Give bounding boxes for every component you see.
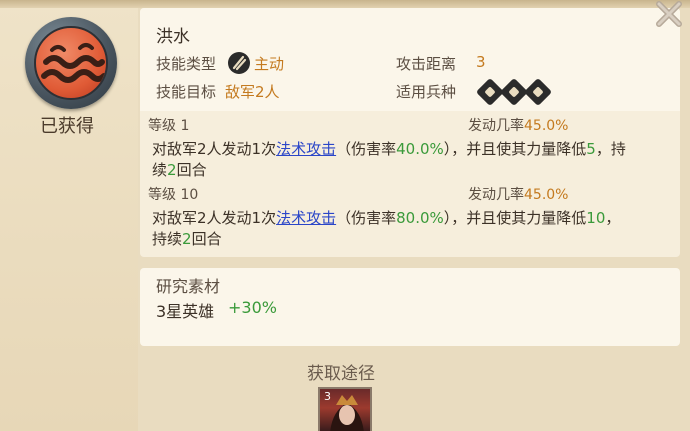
magic-attack-link[interactable]: 法术攻击 <box>276 140 336 158</box>
close-icon <box>656 1 682 27</box>
skill-target-label: 技能目标 <box>156 83 217 101</box>
skill-type-value: 主动 <box>254 55 285 73</box>
research-label: 研究素材 <box>156 277 221 296</box>
research-bonus: +30% <box>228 298 277 317</box>
active-skill-icon <box>228 52 250 74</box>
level-10-label: 等级 10 <box>148 187 199 203</box>
hero-portrait-button[interactable]: 3 <box>318 387 372 431</box>
skill-target-value: 敌军2人 <box>225 83 280 101</box>
acquire-heading: 获取途径 <box>307 364 375 384</box>
level-10-rate: 发动几率45.0% <box>468 187 569 203</box>
level-1-rate: 发动几率45.0% <box>468 118 569 134</box>
level-1-description: 对敌军2人发动1次法术攻击（伤害率40.0%），并且使其力量降低5，持 续2回合 <box>152 140 626 179</box>
troop-type-label: 适用兵种 <box>396 83 457 101</box>
flood-icon <box>34 26 108 100</box>
skill-icon-frame <box>25 17 117 109</box>
research-hero: 3星英雄 <box>156 302 215 321</box>
level-10-description: 对敌军2人发动1次法术攻击（伤害率80.0%），并且使其力量降低10， 持续2回合 <box>152 209 621 248</box>
obtained-status: 已获得 <box>40 116 94 137</box>
skill-name: 洪水 <box>156 27 190 47</box>
research-material-card: 研究素材 3星英雄 +30% <box>140 268 680 346</box>
skill-detail-card: 洪水 技能类型 主动 攻击距离 3 技能目标 敌军2人 适用兵种 等级 1 发动… <box>140 8 680 257</box>
skill-type-label: 技能类型 <box>156 55 217 73</box>
magic-attack-link[interactable]: 法术攻击 <box>276 209 336 227</box>
top-bar <box>0 0 690 8</box>
close-button[interactable] <box>652 0 686 31</box>
range-label: 攻击距离 <box>396 55 457 73</box>
hero-star-count: 3 <box>324 390 331 403</box>
level-1-label: 等级 1 <box>148 118 190 134</box>
range-value: 3 <box>476 53 486 71</box>
